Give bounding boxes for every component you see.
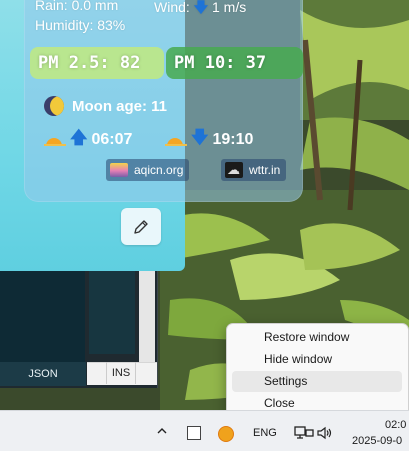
pm10-badge: PM 10: 37 <box>166 47 303 79</box>
sunrise-row: 🡅 06:07 <box>44 125 132 154</box>
editor-pane <box>0 268 85 368</box>
aqicn-link[interactable]: aqicn.org <box>106 159 190 181</box>
wind-label: Wind: <box>154 0 190 15</box>
moon-age-text: Moon age: 11 <box>72 97 168 115</box>
sunset-time: 19:10 <box>212 130 254 148</box>
moon-age-row: Moon age: 11 <box>44 96 167 116</box>
sunrise-icon <box>44 134 66 146</box>
sunset-row: 🡇 19:10 <box>165 125 253 154</box>
clock-time[interactable]: 02:0 <box>385 419 406 431</box>
menu-item-hide-window[interactable]: Hide window <box>232 349 402 370</box>
rain-text: Rain: 0.0 mm <box>35 0 119 13</box>
moon-phase-icon <box>44 96 64 116</box>
volume-icon[interactable] <box>316 425 336 441</box>
arrow-down-icon: 🡇 <box>193 0 209 15</box>
insert-mode-indicator: INS <box>106 362 136 384</box>
editor-scrollbar[interactable] <box>139 268 155 368</box>
chevron-up-icon[interactable] <box>155 424 169 438</box>
json-tab[interactable]: JSON <box>0 362 86 386</box>
weather-tray-icon[interactable] <box>219 427 233 441</box>
sunset-icon <box>165 134 187 146</box>
aqicn-icon <box>110 163 128 177</box>
aqicn-label: aqicn.org <box>134 163 184 177</box>
sunrise-time: 06:07 <box>91 130 133 148</box>
tray-context-menu: Restore window Hide window Settings Clos… <box>226 323 409 418</box>
edit-button[interactable] <box>121 208 161 245</box>
network-icon[interactable] <box>293 425 315 441</box>
humidity-text: Humidity: 83% <box>35 17 126 33</box>
clock-date[interactable]: 2025-09-0 <box>352 435 402 447</box>
wind-readout: Wind: 🡇 1 m/s <box>154 0 246 21</box>
wttr-link[interactable]: wttr.in <box>221 159 287 181</box>
taskbar: ENG 02:0 2025-09-0 <box>0 410 409 451</box>
editor-side-pane <box>89 268 135 354</box>
arrow-down-icon: 🡇 <box>191 128 209 148</box>
arrow-up-icon: 🡅 <box>70 128 88 148</box>
menu-item-restore-window[interactable]: Restore window <box>232 327 402 348</box>
pm25-badge: PM 2.5: 82 <box>30 47 164 79</box>
pencil-icon <box>134 219 148 234</box>
language-indicator[interactable]: ENG <box>253 427 277 439</box>
tray-app-icon[interactable] <box>187 426 201 440</box>
wttr-label: wttr.in <box>249 163 281 177</box>
wttr-icon <box>225 159 243 181</box>
wind-value: 1 m/s <box>211 0 247 15</box>
menu-item-settings[interactable]: Settings <box>232 371 402 392</box>
